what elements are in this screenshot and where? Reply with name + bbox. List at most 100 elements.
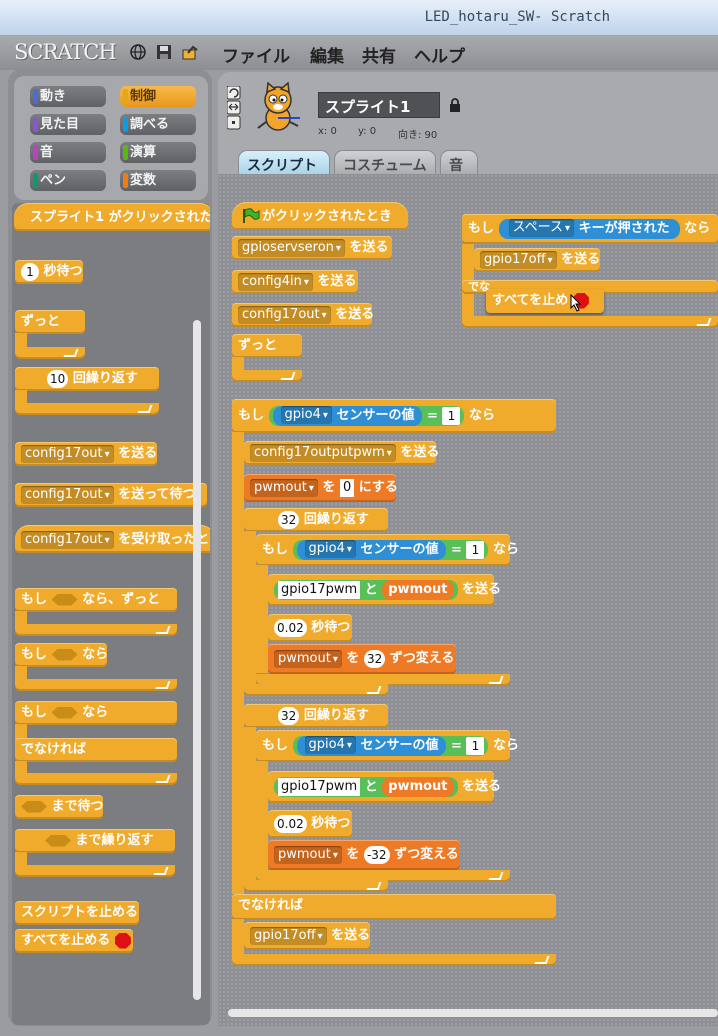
- text-input[interactable]: gpio17pwm: [278, 580, 361, 599]
- wait-block[interactable]: 0.02 秒待つ: [268, 810, 352, 838]
- number-input[interactable]: 32: [278, 706, 300, 725]
- globe-icon[interactable]: [130, 44, 146, 60]
- script-area[interactable]: がクリックされたとき gpioservseron を送る config4in を…: [218, 174, 718, 1026]
- palette-when-sprite-clicked[interactable]: スプライト1 がクリックされた: [14, 203, 210, 231]
- repeat-block[interactable]: 32 回繰り返す: [244, 508, 388, 532]
- number-input[interactable]: -32: [363, 845, 390, 864]
- message-dropdown[interactable]: gpio17off: [250, 926, 327, 945]
- category-operators[interactable]: 演算: [120, 142, 196, 163]
- equals-operator[interactable]: gpio4 センサーの値 = 1: [292, 539, 489, 560]
- join-operator[interactable]: gpio17pwm と pwmout: [274, 776, 458, 797]
- when-flag-clicked-hat[interactable]: がクリックされたとき: [232, 202, 408, 230]
- message-dropdown[interactable]: config17out: [21, 530, 114, 549]
- boolean-slot[interactable]: [45, 834, 71, 847]
- text-input[interactable]: gpio17pwm: [278, 777, 361, 796]
- category-sound[interactable]: 音: [30, 142, 106, 163]
- menu-help[interactable]: ヘルプ: [414, 42, 465, 67]
- sensor-dropdown[interactable]: gpio4: [304, 736, 356, 754]
- broadcast-block[interactable]: config17outputpwm を送る: [244, 441, 439, 465]
- repeat-block[interactable]: 32 回繰り返す: [244, 704, 388, 728]
- if-block[interactable]: もし gpio4 センサーの値 = 1 なら: [256, 730, 519, 762]
- message-dropdown[interactable]: gpio17off: [480, 250, 557, 269]
- variable-dropdown[interactable]: pwmout: [274, 845, 342, 864]
- palette-scrollbar[interactable]: [193, 320, 201, 1000]
- palette-stop-script-block[interactable]: スクリプトを止める: [15, 901, 139, 925]
- message-dropdown[interactable]: config17out: [21, 444, 114, 463]
- variable-reporter[interactable]: pwmout: [382, 776, 454, 797]
- sensor-value-reporter[interactable]: gpio4 センサーの値: [296, 539, 447, 560]
- category-motion[interactable]: 動き: [30, 86, 106, 107]
- palette-wait-block[interactable]: 1 秒待つ: [15, 260, 83, 284]
- boolean-slot[interactable]: [21, 800, 47, 813]
- variable-dropdown[interactable]: pwmout: [250, 478, 318, 497]
- lock-icon[interactable]: [450, 98, 460, 112]
- palette-if-else-block[interactable]: もし なら: [15, 701, 177, 725]
- palette-stop-all-block[interactable]: すべてを止める: [15, 929, 133, 953]
- category-pen[interactable]: ペン: [30, 170, 106, 191]
- change-variable-block[interactable]: pwmout を -32 ずつ変える: [268, 840, 460, 870]
- wait-block[interactable]: 0.02 秒待つ: [268, 614, 352, 642]
- broadcast-block[interactable]: gpio17off を送る: [244, 922, 370, 950]
- dragged-stop-all-block[interactable]: すべてを止め: [486, 289, 604, 313]
- boolean-slot[interactable]: [51, 648, 78, 661]
- number-input[interactable]: 0.02: [274, 814, 307, 833]
- broadcast-join-block[interactable]: gpio17pwm と pwmout を送る: [268, 574, 501, 606]
- message-dropdown[interactable]: config17out: [21, 485, 114, 504]
- palette-wait-until-block[interactable]: まで待つ: [15, 795, 104, 819]
- script-area-scrollbar[interactable]: [228, 1009, 718, 1017]
- broadcast-block[interactable]: gpioservseron を送る: [232, 236, 392, 260]
- rotation-style-icons[interactable]: [227, 86, 241, 130]
- share-icon[interactable]: [182, 44, 198, 60]
- menu-share[interactable]: 共有: [362, 42, 396, 67]
- if-else-block[interactable]: もし gpio4 センサーの値 = 1 なら: [232, 399, 556, 433]
- tab-sounds[interactable]: 音: [440, 150, 478, 175]
- category-looks[interactable]: 見た目: [30, 114, 106, 135]
- category-control[interactable]: 制御: [120, 86, 196, 107]
- number-input[interactable]: 1: [442, 406, 461, 425]
- palette-forever-if-block[interactable]: もし なら、ずっと: [15, 588, 177, 612]
- palette-broadcast-block[interactable]: config17out を送る: [15, 442, 157, 466]
- change-variable-block[interactable]: pwmout を 32 ずつ変える: [268, 644, 456, 674]
- message-dropdown[interactable]: config17out: [238, 305, 331, 324]
- broadcast-join-block[interactable]: gpio17pwm と pwmout を送る: [268, 771, 501, 803]
- number-input[interactable]: 1: [466, 540, 485, 559]
- sensor-dropdown[interactable]: gpio4: [280, 406, 332, 424]
- boolean-slot[interactable]: [51, 706, 78, 719]
- message-dropdown[interactable]: config4in: [238, 272, 313, 291]
- sensor-value-reporter[interactable]: gpio4 センサーの値: [272, 405, 423, 426]
- if-key-pressed-block[interactable]: もし スペース キーが押された なら: [462, 214, 718, 244]
- category-variables[interactable]: 変数: [120, 170, 196, 191]
- palette-repeat-block[interactable]: 10 回繰り返す: [15, 367, 159, 391]
- equals-operator[interactable]: gpio4 センサーの値 = 1: [292, 735, 489, 756]
- message-dropdown[interactable]: gpioservseron: [238, 238, 345, 257]
- category-sensing[interactable]: 調べる: [120, 114, 196, 135]
- number-input[interactable]: 1: [21, 262, 39, 281]
- sprite-name-field[interactable]: スプライト1: [318, 92, 440, 118]
- number-input[interactable]: 32: [278, 510, 300, 529]
- palette-forever-block[interactable]: ずっと: [15, 310, 85, 334]
- if-block[interactable]: もし gpio4 センサーの値 = 1 なら: [256, 534, 519, 566]
- set-variable-block[interactable]: pwmout を 0 にする: [244, 474, 398, 502]
- number-input[interactable]: 10: [47, 369, 69, 388]
- join-operator[interactable]: gpio17pwm と pwmout: [274, 579, 458, 600]
- number-input[interactable]: 1: [466, 736, 485, 755]
- value-input[interactable]: 0: [339, 478, 355, 497]
- palette-repeat-until-block[interactable]: まで繰り返す: [15, 829, 175, 853]
- variable-reporter[interactable]: pwmout: [382, 579, 454, 600]
- tab-scripts[interactable]: スクリプト: [238, 150, 330, 175]
- key-pressed-reporter[interactable]: スペース キーが押された: [498, 218, 680, 239]
- palette-when-receive-block[interactable]: config17out を受け取ったと: [15, 525, 210, 553]
- key-dropdown[interactable]: スペース: [508, 219, 575, 237]
- number-input[interactable]: 32: [363, 649, 386, 668]
- variable-dropdown[interactable]: pwmout: [274, 649, 342, 668]
- broadcast-block[interactable]: config17out を送る: [232, 303, 374, 327]
- broadcast-block[interactable]: gpio17off を送る: [474, 248, 600, 272]
- sensor-value-reporter[interactable]: gpio4 センサーの値: [296, 735, 447, 756]
- boolean-slot[interactable]: [51, 593, 78, 606]
- palette-if-block[interactable]: もし なら: [15, 643, 108, 667]
- palette-broadcast-wait-block[interactable]: config17out を送って待つ: [15, 483, 207, 507]
- tab-costumes[interactable]: コスチューム: [334, 150, 436, 175]
- broadcast-block[interactable]: config4in を送る: [232, 270, 358, 294]
- equals-operator[interactable]: gpio4 センサーの値 = 1: [268, 405, 465, 426]
- menu-edit[interactable]: 編集: [310, 42, 344, 67]
